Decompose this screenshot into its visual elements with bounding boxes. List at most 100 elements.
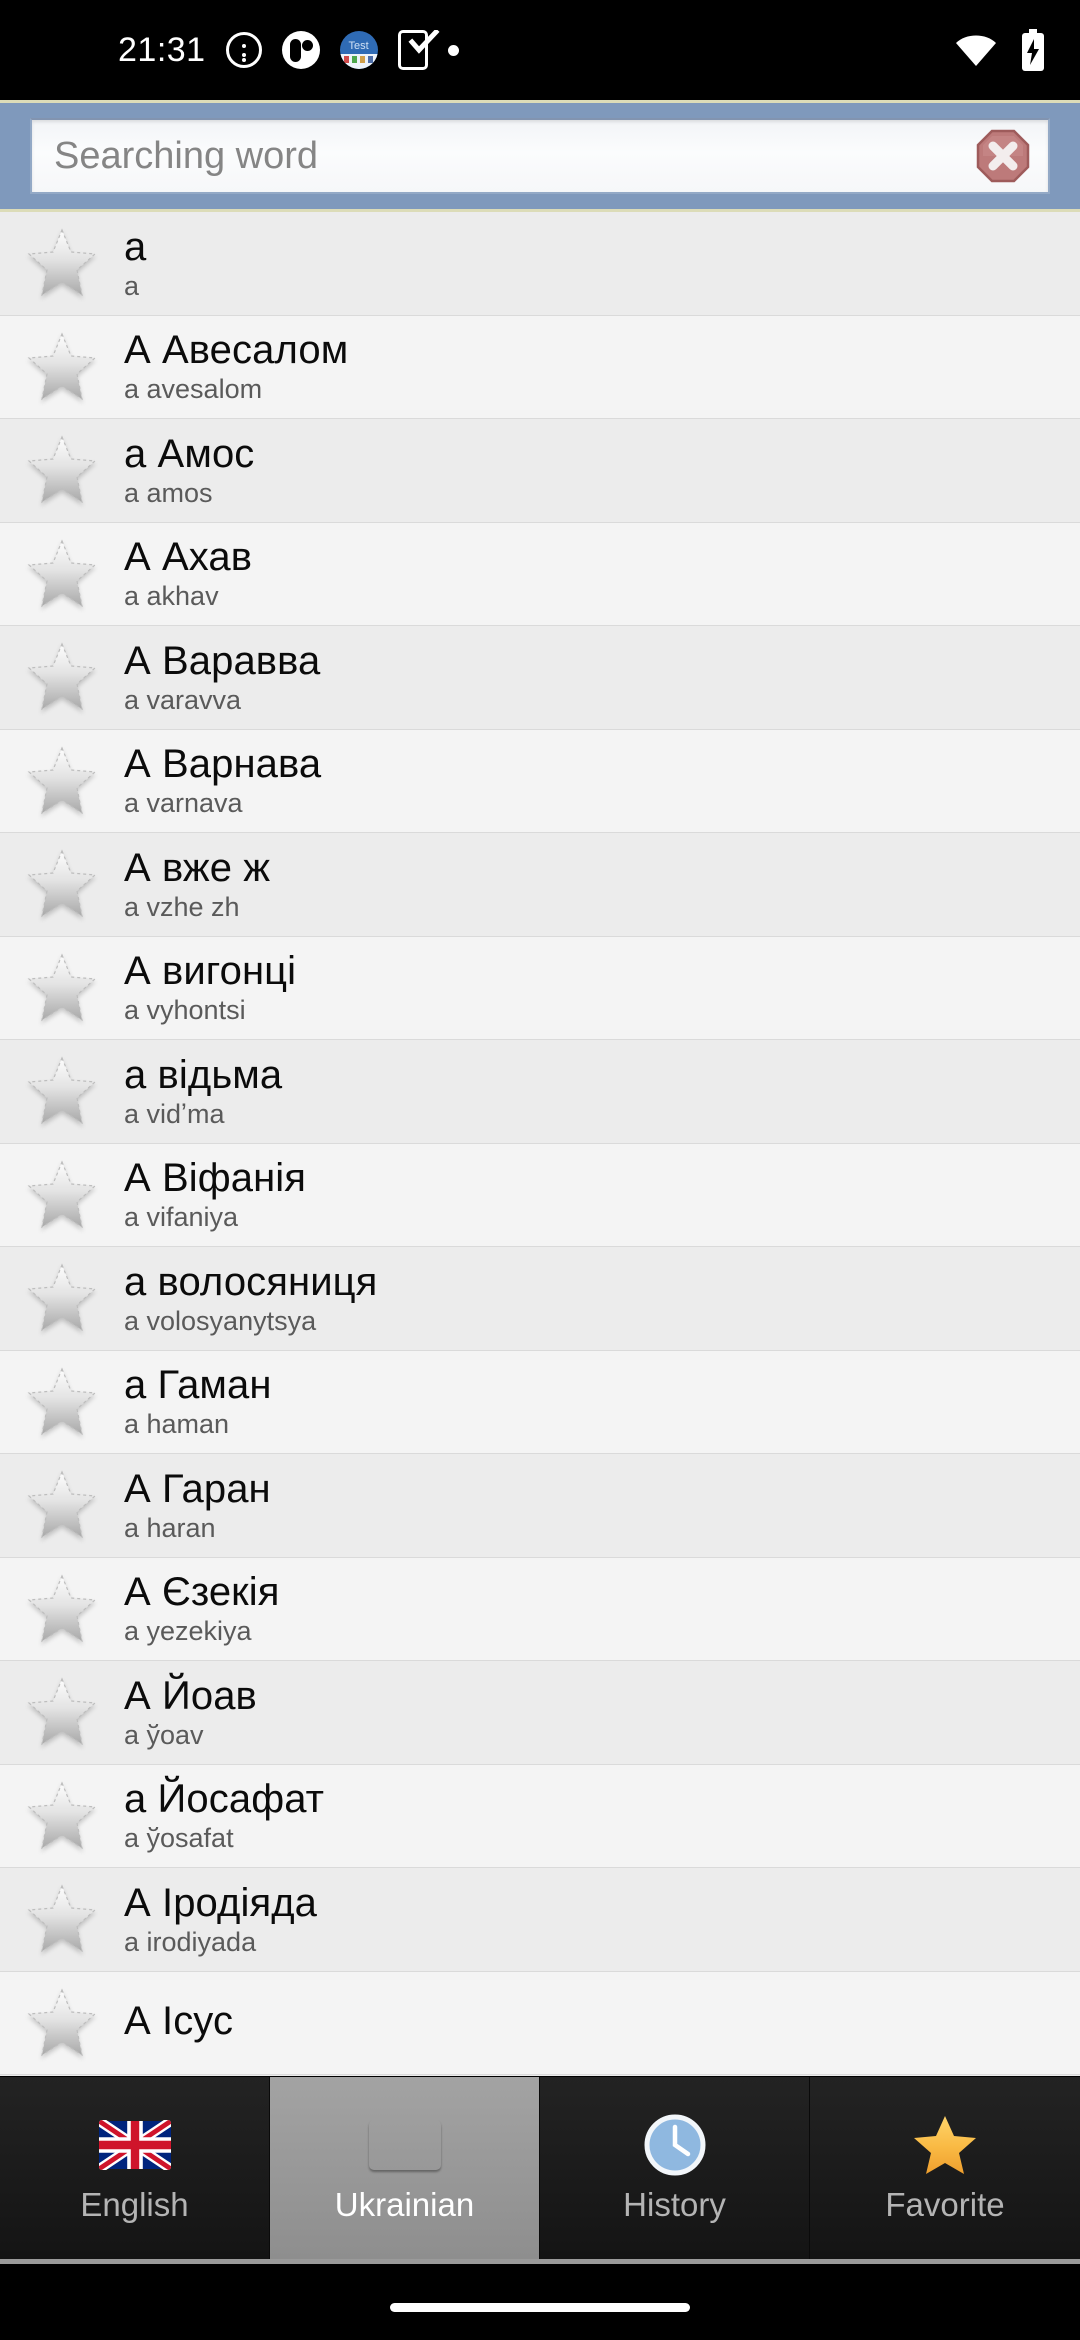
list-item[interactable]: А Ахав a akhav xyxy=(0,522,1080,626)
list-item-text: А Варавва a varavva xyxy=(124,638,321,715)
list-item[interactable]: А Йоав a ўoav xyxy=(0,1661,1080,1765)
list-item-term: А Ахав xyxy=(124,535,253,580)
word-list[interactable]: aa А Авесалом a avesalom а Амос a amos А Ахав… xyxy=(0,212,1080,2076)
favorite-toggle[interactable] xyxy=(0,641,124,713)
status-bar-clock: 21:31 xyxy=(118,31,206,69)
list-item-text: А Йоав a ўoav xyxy=(124,1673,257,1750)
list-item-transliteration: a haran xyxy=(124,1512,216,1543)
list-item[interactable]: а Гаман a haman xyxy=(0,1350,1080,1454)
list-item[interactable]: а відьма a vidʼma xyxy=(0,1040,1080,1144)
list-item-transliteration: a haman xyxy=(124,1409,230,1440)
favorite-star-icon[interactable] xyxy=(25,1366,99,1438)
favorite-toggle[interactable] xyxy=(0,1055,124,1127)
list-item[interactable]: А вже жa vzhe zh xyxy=(0,833,1080,937)
favorite-star-icon[interactable] xyxy=(25,848,99,920)
favorite-toggle[interactable] xyxy=(0,1469,124,1541)
phone-check-icon xyxy=(397,30,440,70)
test-badge-icon: Test xyxy=(339,31,378,69)
list-item[interactable]: а Йосафат a ўosafat xyxy=(0,1764,1080,1868)
favorite-star-icon[interactable] xyxy=(25,1780,99,1852)
list-item-term: а Йосафат xyxy=(124,1777,325,1822)
favorite-toggle[interactable] xyxy=(0,745,124,817)
favorite-toggle[interactable] xyxy=(0,434,124,506)
favorite-star-icon[interactable] xyxy=(25,1573,99,1645)
favorite-star-icon[interactable] xyxy=(25,952,99,1024)
favorite-toggle[interactable] xyxy=(0,1366,124,1438)
tab-favorite[interactable]: Favorite xyxy=(810,2077,1080,2259)
phone-check-glyph xyxy=(408,30,440,54)
phone-screen: 21:31 Test Searching word a a А Авесалом… xyxy=(0,0,1080,2340)
list-item-term: а Гаман xyxy=(124,1363,272,1408)
test-badge-label: Test xyxy=(348,40,369,52)
search-input[interactable]: Searching word xyxy=(30,118,1050,194)
list-item[interactable]: А Ісус xyxy=(0,1971,1080,2075)
favorite-star-icon[interactable] xyxy=(25,331,99,403)
wifi-icon xyxy=(956,35,996,66)
list-item[interactable]: А Варнава a varnava xyxy=(0,729,1080,833)
list-item-transliteration: a irodiyada xyxy=(124,1926,257,1957)
list-item[interactable]: aa xyxy=(0,212,1080,316)
favorite-toggle[interactable] xyxy=(0,1987,124,2059)
list-item-transliteration: a varavva xyxy=(124,684,242,715)
favorite-toggle[interactable] xyxy=(0,331,124,403)
list-item-text: А вже жa vzhe zh xyxy=(124,846,270,922)
favorite-star-icon[interactable] xyxy=(25,434,99,506)
ua-flag-icon xyxy=(367,2116,443,2174)
favorite-star-icon[interactable] xyxy=(25,1987,99,2059)
list-item-transliteration: a yezekiya xyxy=(124,1616,252,1647)
list-item[interactable]: А Віфанія a vifaniya xyxy=(0,1143,1080,1247)
list-item-text: а відьма a vidʼma xyxy=(124,1053,282,1129)
list-item-text: А Ахав a akhav xyxy=(124,535,253,611)
list-item-text: А Іродіяда a irodiyada xyxy=(124,1881,317,1957)
favorite-toggle[interactable] xyxy=(0,1262,124,1334)
tab-history[interactable]: History xyxy=(540,2077,810,2259)
favorite-star-icon[interactable] xyxy=(25,745,99,817)
favorite-toggle[interactable] xyxy=(0,538,124,610)
list-item[interactable]: А Іродіяда a irodiyada xyxy=(0,1868,1080,1972)
search-bar: Searching word xyxy=(0,100,1080,212)
favorite-star-icon[interactable] xyxy=(25,1055,99,1127)
list-item[interactable]: а Амос a amos xyxy=(0,419,1080,523)
favorite-toggle[interactable] xyxy=(0,1883,124,1955)
clear-icon[interactable] xyxy=(976,129,1030,183)
list-item[interactable]: а волосяниця a volosyanytsya xyxy=(0,1247,1080,1351)
list-item-text: а волосяниця a volosyanytsya xyxy=(124,1260,377,1336)
list-item-text: А Ісус xyxy=(124,1999,233,2046)
list-item-term: a xyxy=(124,224,147,269)
list-item-term: А Йоав xyxy=(124,1673,257,1718)
favorite-star-icon[interactable] xyxy=(25,1159,99,1231)
tab-ukrainian[interactable]: Ukrainian xyxy=(270,2077,540,2259)
favorite-toggle[interactable] xyxy=(0,1780,124,1852)
list-item[interactable]: А вигонці a vyhontsi xyxy=(0,936,1080,1040)
favorite-toggle[interactable] xyxy=(0,1573,124,1645)
list-item[interactable]: А Єзекія a yezekiya xyxy=(0,1557,1080,1661)
favorite-toggle[interactable] xyxy=(0,1676,124,1748)
list-item[interactable]: А Авесалом a avesalom xyxy=(0,315,1080,419)
favorite-toggle[interactable] xyxy=(0,227,124,299)
info-icon xyxy=(225,32,262,68)
bottom-tab-bar: English Ukrainian History Favorite xyxy=(0,2076,1080,2264)
favorite-star-icon[interactable] xyxy=(25,1262,99,1334)
favorite-toggle[interactable] xyxy=(0,1159,124,1231)
favorite-star-icon[interactable] xyxy=(25,1883,99,1955)
notification-dot-icon xyxy=(447,44,459,56)
favorite-star-icon[interactable] xyxy=(25,641,99,713)
list-item-term: А Віфанія xyxy=(124,1156,307,1201)
list-item-transliteration: a ўoav xyxy=(124,1719,204,1750)
list-item-term: А Авесалом xyxy=(124,328,349,373)
tab-english[interactable]: English xyxy=(0,2077,270,2259)
favorite-star-icon[interactable] xyxy=(25,1469,99,1541)
favorite-toggle[interactable] xyxy=(0,848,124,920)
list-item-term: А Варавва xyxy=(124,638,321,683)
list-item[interactable]: А Варавва a varavva xyxy=(0,626,1080,730)
list-item[interactable]: А Гаран a haran xyxy=(0,1454,1080,1558)
gesture-home-indicator[interactable] xyxy=(390,2303,690,2312)
favorite-star-icon[interactable] xyxy=(25,538,99,610)
favorite-toggle[interactable] xyxy=(0,952,124,1024)
list-item-text: А Гаран a haran xyxy=(124,1467,271,1543)
favorite-star-icon[interactable] xyxy=(25,1676,99,1748)
favorite-star-icon[interactable] xyxy=(25,227,99,299)
list-item-term: а Амос xyxy=(124,431,255,476)
tab-ukrainian-label: Ukrainian xyxy=(334,2185,475,2223)
tab-history-label: History xyxy=(623,2185,726,2223)
